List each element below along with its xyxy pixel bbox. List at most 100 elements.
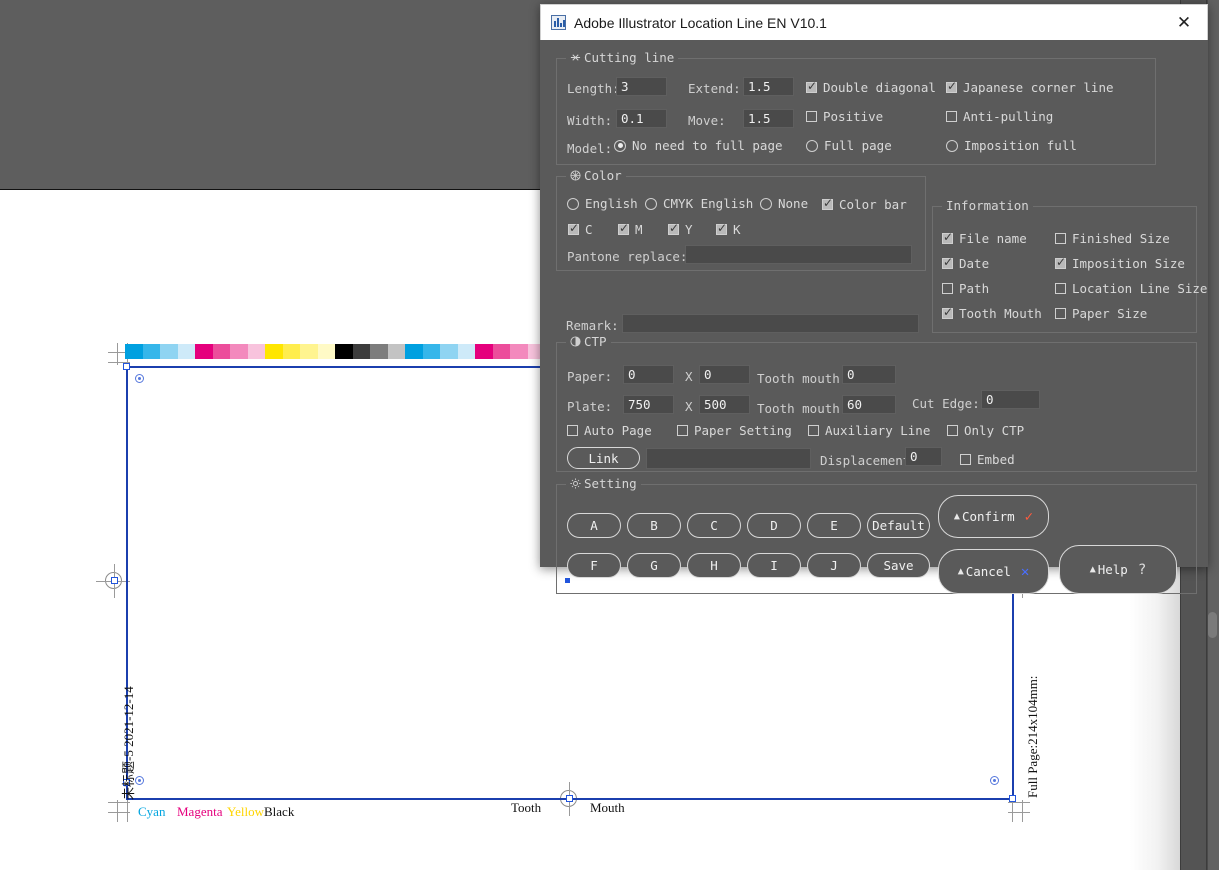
preset-g-button[interactable]: G: [627, 553, 681, 578]
channel-k-checkbox[interactable]: K: [716, 221, 741, 237]
checkbox-box: [668, 221, 679, 235]
color-bar-swatch: [265, 344, 283, 359]
path-anchor[interactable]: [1008, 794, 1016, 802]
paper-setting-checkbox[interactable]: Paper Setting: [677, 423, 792, 438]
color-bar-swatch: [212, 344, 230, 359]
checkbox-box: [567, 425, 578, 436]
positive-checkbox[interactable]: Positive: [806, 109, 883, 124]
color-english-radio[interactable]: English: [567, 196, 638, 211]
cut-edge-input[interactable]: [981, 390, 1040, 409]
preset-b-button[interactable]: B: [627, 513, 681, 538]
color-bar-swatch: [230, 344, 248, 359]
preset-h-button[interactable]: H: [687, 553, 741, 578]
model-label: Model:: [567, 141, 613, 156]
checkbox-box: [808, 425, 819, 436]
path-anchor[interactable]: [122, 362, 130, 370]
auxiliary-line-checkbox[interactable]: Auxiliary Line: [808, 423, 930, 438]
plate-height-input[interactable]: [699, 395, 750, 414]
plate-tooth-mouth-label: Tooth mouth:: [757, 401, 848, 416]
cancel-button[interactable]: ▲ Cancel ✕: [938, 549, 1049, 594]
model-full-page-radio[interactable]: Full page: [806, 138, 892, 153]
info-finished-size-checkbox[interactable]: Finished Size: [1055, 231, 1170, 246]
info-path-checkbox[interactable]: Path: [942, 281, 989, 296]
document-name-date-label: 未标题-5 2021-12-14: [121, 686, 136, 800]
crop-mark: [1012, 800, 1013, 822]
radio-circle: [806, 139, 818, 152]
channel-c-checkbox[interactable]: C: [568, 221, 593, 237]
vertical-scrollbar[interactable]: [1207, 0, 1219, 870]
channel-m-checkbox[interactable]: M: [618, 221, 643, 237]
information-group: Information File name Finished Size Date…: [932, 198, 1207, 333]
double-diagonal-checkbox[interactable]: Double diagonal: [806, 79, 936, 95]
japanese-corner-line-checkbox[interactable]: Japanese corner line: [946, 79, 1114, 95]
embed-checkbox[interactable]: Embed: [960, 452, 1015, 467]
color-bar-swatch: [177, 344, 195, 359]
default-button[interactable]: Default: [867, 513, 930, 538]
dialog-title-bar[interactable]: Adobe Illustrator Location Line EN V10.1…: [540, 4, 1208, 40]
help-label: Help: [1097, 562, 1128, 577]
width-input[interactable]: [616, 109, 667, 128]
preset-a-button[interactable]: A: [567, 513, 621, 538]
color-legend: Color: [566, 168, 626, 183]
preset-i-button[interactable]: I: [747, 553, 801, 578]
link-button[interactable]: Link: [567, 447, 640, 469]
paper-tooth-mouth-label: Tooth mouth:: [757, 371, 848, 386]
model-imposition-full-radio[interactable]: Imposition full: [946, 138, 1077, 153]
crop-mark: [117, 800, 118, 822]
info-tooth-mouth-checkbox[interactable]: Tooth Mouth: [942, 305, 1042, 321]
length-input[interactable]: [616, 77, 667, 96]
color-bar-swatch: [387, 344, 405, 359]
auto-page-checkbox[interactable]: Auto Page: [567, 423, 652, 438]
preset-d-button[interactable]: D: [747, 513, 801, 538]
color-cmyk-english-radio[interactable]: CMYK English: [645, 196, 753, 211]
displacement-input[interactable]: [905, 447, 942, 466]
only-ctp-checkbox[interactable]: Only CTP: [947, 423, 1024, 438]
plate-width-input[interactable]: [623, 395, 674, 414]
preset-c-button[interactable]: C: [687, 513, 741, 538]
plate-tooth-mouth-input[interactable]: [842, 395, 896, 414]
extend-input[interactable]: [743, 77, 794, 96]
move-input[interactable]: [743, 109, 794, 128]
black-label: Black: [264, 804, 295, 819]
preset-f-button[interactable]: F: [567, 553, 621, 578]
path-anchor[interactable]: [110, 576, 118, 584]
link-path-input[interactable]: [646, 448, 811, 469]
color-bar-swatch: [457, 344, 475, 359]
info-imposition-size-checkbox[interactable]: Imposition Size: [1055, 255, 1185, 271]
close-icon[interactable]: ✕: [1161, 5, 1207, 41]
info-file-name-checkbox[interactable]: File name: [942, 230, 1027, 246]
paper-height-input[interactable]: [699, 365, 750, 384]
color-bar-swatch: [160, 344, 178, 359]
length-label: Length:: [567, 81, 620, 96]
paper-width-input[interactable]: [623, 365, 674, 384]
channel-y-checkbox[interactable]: Y: [668, 221, 693, 237]
vertical-scrollbar-thumb[interactable]: [1208, 612, 1217, 638]
model-no-need-full-page-radio[interactable]: No need to full page: [614, 138, 783, 153]
checkbox-box: [1055, 255, 1066, 269]
path-anchor[interactable]: [565, 794, 573, 802]
help-button[interactable]: ▲ Help ?: [1059, 545, 1177, 594]
radio-circle: [760, 197, 772, 210]
cut-edge-label: Cut Edge:: [912, 396, 980, 411]
radio-circle: [614, 139, 626, 152]
confirm-button[interactable]: ▲ Confirm ✓: [938, 495, 1049, 538]
color-none-radio[interactable]: None: [760, 196, 808, 211]
checkbox-box: [946, 79, 957, 93]
pantone-replace-input[interactable]: [685, 245, 912, 264]
checkbox-box: [947, 425, 958, 436]
paper-tooth-mouth-input[interactable]: [842, 365, 896, 384]
save-button[interactable]: Save: [867, 553, 930, 578]
info-date-checkbox[interactable]: Date: [942, 255, 989, 271]
triangle-icon: ▲: [957, 566, 964, 577]
radio-circle: [946, 139, 958, 152]
remark-input[interactable]: [622, 314, 919, 333]
page-size-label: Full Page:214x104mm:: [1025, 675, 1040, 798]
info-paper-size-checkbox[interactable]: Paper Size: [1055, 306, 1147, 321]
color-bar-checkbox[interactable]: Color bar: [822, 196, 907, 212]
preset-e-button[interactable]: E: [807, 513, 861, 538]
preset-j-button[interactable]: J: [807, 553, 861, 578]
yellow-label: Yellow: [227, 804, 264, 819]
remark-label: Remark:: [566, 318, 619, 333]
info-location-line-size-checkbox[interactable]: Location Line Size: [1055, 281, 1207, 296]
anti-pulling-checkbox[interactable]: Anti-pulling: [946, 109, 1053, 124]
